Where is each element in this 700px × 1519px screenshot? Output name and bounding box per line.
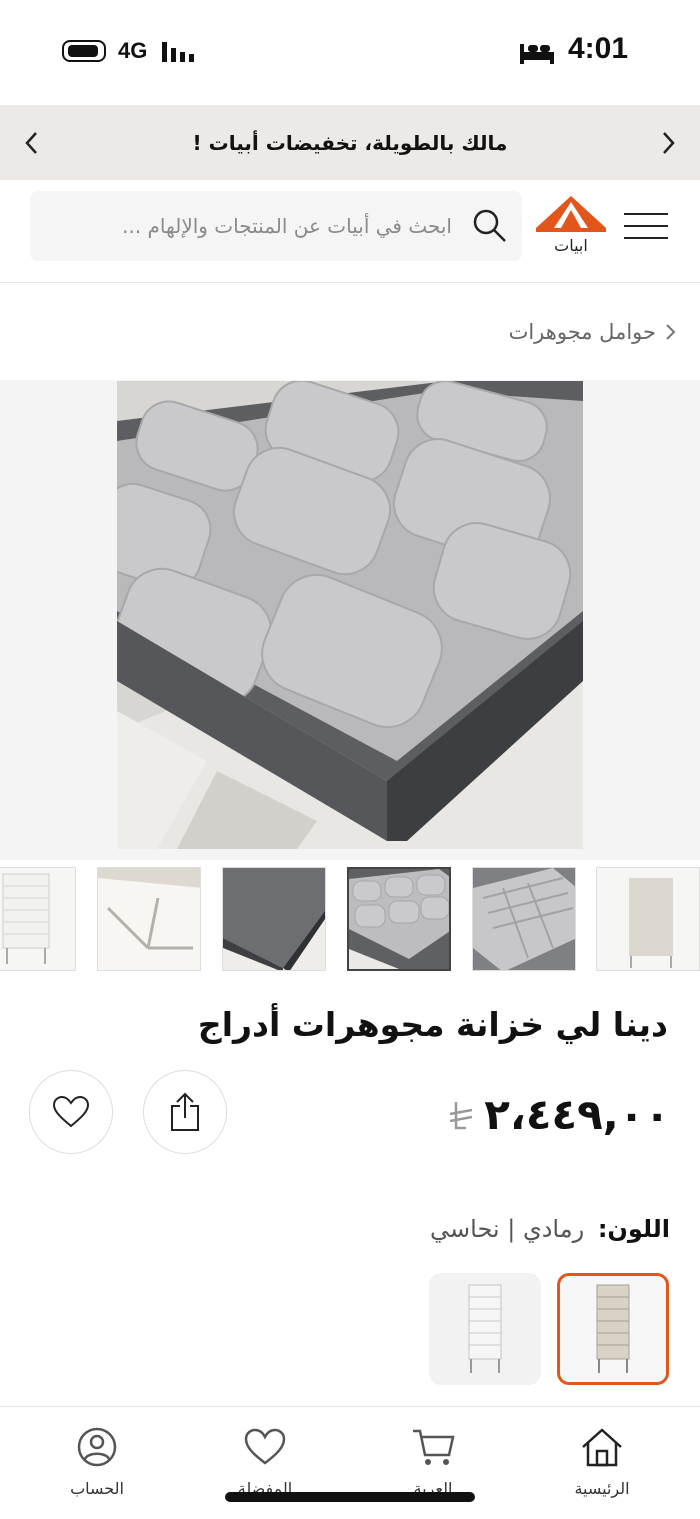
signal-icon	[162, 42, 194, 62]
home-icon	[582, 1428, 622, 1467]
chevron-right-icon	[666, 324, 676, 340]
thumbnail-5[interactable]	[97, 867, 201, 971]
tab-account[interactable]: الحساب	[42, 1427, 152, 1498]
promo-banner[interactable]: مالك بالطويلة، تخفيضات أبيات !	[0, 105, 700, 180]
user-icon	[77, 1427, 117, 1467]
thumbnail-strip	[0, 865, 700, 975]
wishlist-button[interactable]	[29, 1070, 113, 1154]
status-bar: 4G 4:01	[0, 0, 700, 105]
network-type: 4G	[118, 38, 148, 63]
product-price: ٢،٤٤٩,٠٠	[484, 1090, 670, 1139]
tab-home-label: الرئيسية	[574, 1479, 630, 1498]
price-row: ٢،٤٤٩,٠٠	[446, 1090, 670, 1139]
home-indicator	[225, 1492, 475, 1502]
cabinet-thumbnail-icon	[596, 1284, 630, 1373]
tab-account-label: الحساب	[70, 1479, 124, 1498]
chevron-right-icon[interactable]	[658, 129, 678, 157]
thumbnail-2[interactable]	[472, 867, 576, 971]
tab-cart[interactable]: العربة	[378, 1427, 488, 1498]
hamburger-menu-icon[interactable]	[624, 213, 668, 241]
cabinet-thumbnail-icon	[468, 1284, 502, 1373]
search-input[interactable]: ابحث في أبيات عن المنتجات والإلهام ...	[30, 191, 522, 261]
riyal-currency-icon	[450, 1101, 473, 1129]
sleep-icon	[520, 44, 554, 64]
tent-logo-icon	[534, 192, 608, 236]
cart-icon	[413, 1429, 455, 1465]
thumbnail-4[interactable]	[222, 867, 326, 971]
brand-logo[interactable]: ابيات	[534, 192, 608, 258]
breadcrumb-label: حوامل مجوهرات	[508, 320, 656, 344]
app-header: ابحث في أبيات عن المنتجات والإلهام ... ا…	[0, 180, 700, 283]
share-icon	[171, 1092, 199, 1131]
search-icon[interactable]	[472, 208, 508, 244]
product-title: دينا لي خزانة مجوهرات أدراج	[197, 1005, 668, 1044]
search-placeholder: ابحث في أبيات عن المنتجات والإلهام ...	[122, 214, 452, 238]
heart-icon	[52, 1095, 90, 1128]
promo-text: مالك بالطويلة، تخفيضات أبيات !	[192, 130, 508, 155]
share-button[interactable]	[143, 1070, 227, 1154]
chevron-left-icon[interactable]	[22, 129, 42, 157]
breadcrumb[interactable]: حوامل مجوهرات	[509, 320, 676, 344]
color-value: رمادي | نحاسي	[430, 1215, 585, 1243]
tab-home[interactable]: الرئيسية	[547, 1427, 657, 1498]
color-swatch-grey-copper[interactable]	[557, 1273, 669, 1385]
color-swatch-white[interactable]	[429, 1273, 541, 1385]
thumbnail-1[interactable]	[596, 867, 700, 971]
color-label: اللون:	[597, 1215, 670, 1243]
bottom-tab-bar: الرئيسية العربة المفضلة الحساب	[0, 1406, 700, 1519]
thumbnail-6[interactable]	[0, 867, 76, 971]
product-main-image[interactable]	[117, 381, 583, 849]
thumbnail-3[interactable]	[347, 867, 451, 971]
clock: 4:01	[567, 32, 628, 65]
color-selector-label: اللون: رمادي | نحاسي	[430, 1215, 670, 1243]
heart-icon	[244, 1428, 286, 1465]
tab-favorites[interactable]: المفضلة	[210, 1427, 320, 1498]
logo-text: ابيات	[554, 236, 588, 255]
battery-icon	[62, 40, 106, 62]
